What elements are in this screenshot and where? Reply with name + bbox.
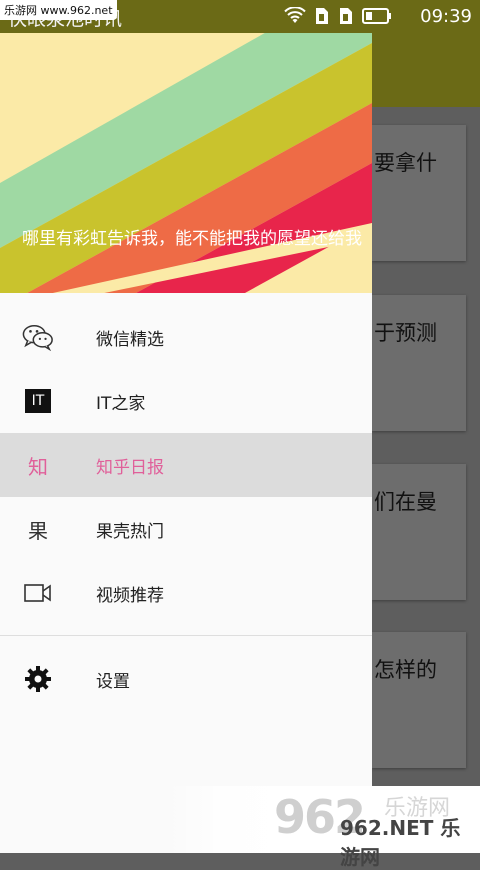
it-home-icon: IT [22, 387, 54, 415]
battery-icon [362, 8, 391, 24]
menu-item-guokr[interactable]: 果 果壳热门 [0, 497, 372, 561]
status-time: 09:39 [420, 6, 472, 27]
menu-item-label: 微信精选 [96, 329, 164, 350]
rainbow-stripes-image [0, 33, 372, 293]
watermark-site-url: 962.NET 乐游网 [340, 816, 461, 869]
drawer-menu: 微信精选 IT IT之家 知 知乎日报 果 果壳热门 视频推荐 设置 [0, 293, 372, 711]
background-card[interactable]: 们在曼 [372, 464, 466, 600]
guokr-icon-glyph: 果 [28, 518, 48, 543]
it-home-icon-text: IT [25, 389, 51, 413]
sim2-icon [340, 8, 352, 24]
zhihu-icon-glyph: 知 [28, 454, 48, 479]
menu-item-label: IT之家 [96, 393, 146, 414]
menu-item-video[interactable]: 视频推荐 [0, 561, 372, 625]
wifi-icon [284, 7, 306, 23]
gear-icon [22, 665, 54, 693]
sim1-icon [316, 8, 328, 24]
menu-item-ithome[interactable]: IT IT之家 [0, 369, 372, 433]
wechat-icon [22, 323, 54, 351]
menu-divider [0, 635, 372, 636]
navigation-drawer: 哪里有彩虹告诉我，能不能把我的愿望还给我 微信精选 IT IT之家 知 知乎日报… [0, 33, 372, 853]
menu-item-label: 设置 [96, 671, 130, 692]
background-card-title: 于预测 [374, 321, 437, 345]
background-list: 要拿什 于预测 们在曼 怎样的 [372, 107, 480, 853]
menu-item-label: 知乎日报 [96, 457, 164, 478]
menu-item-label: 视频推荐 [96, 585, 164, 606]
guokr-icon: 果 [22, 515, 54, 543]
background-card[interactable]: 于预测 [372, 295, 466, 431]
video-icon [22, 579, 54, 607]
menu-item-label: 果壳热门 [96, 521, 164, 542]
zhihu-icon: 知 [22, 451, 54, 479]
menu-item-zhihu[interactable]: 知 知乎日报 [0, 433, 372, 497]
background-card[interactable]: 要拿什 [372, 125, 466, 261]
background-card-title: 要拿什 [374, 151, 437, 175]
background-card[interactable]: 怎样的 [372, 632, 466, 768]
background-card-title: 们在曼 [374, 490, 437, 514]
menu-item-settings[interactable]: 设置 [0, 647, 372, 711]
app-toolbar [372, 33, 480, 107]
background-card-title: 怎样的 [374, 658, 437, 682]
drawer-header-text: 哪里有彩虹告诉我，能不能把我的愿望还给我 [22, 229, 362, 249]
status-icons [284, 7, 392, 25]
watermark-top: 乐游网 www.962.net [0, 0, 117, 20]
menu-item-wechat[interactable]: 微信精选 [0, 305, 372, 369]
drawer-header: 哪里有彩虹告诉我，能不能把我的愿望还给我 [0, 33, 372, 293]
